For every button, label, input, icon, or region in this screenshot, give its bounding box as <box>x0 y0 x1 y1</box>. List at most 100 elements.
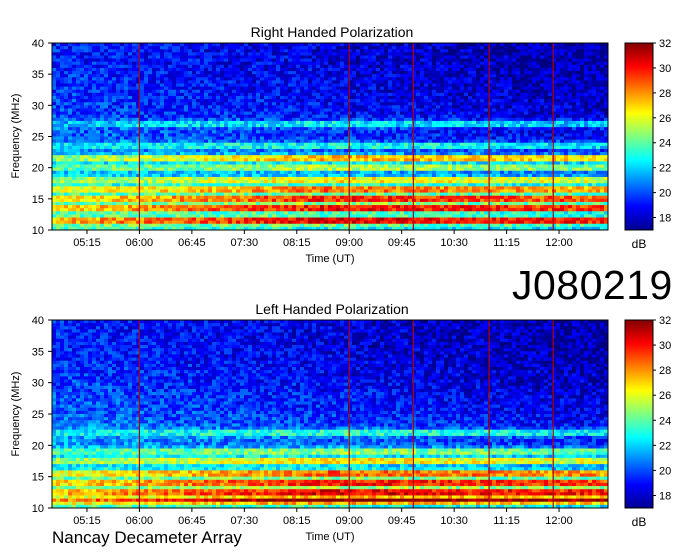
spectrogram-cell <box>564 67 569 72</box>
spectrogram-cell <box>368 124 373 128</box>
spectrogram-cell <box>52 95 57 100</box>
spectrogram-cell <box>148 67 153 72</box>
spectrogram-cell <box>380 77 385 81</box>
spectrogram-cell <box>592 61 597 66</box>
spectrogram-cell <box>212 120 217 125</box>
spectrogram-cell <box>532 61 537 66</box>
spectrogram-cell <box>100 64 105 69</box>
spectrogram-cell <box>128 102 133 106</box>
spectrogram-cell <box>352 145 357 150</box>
spectrogram-cell <box>388 99 393 103</box>
spectrogram-cell <box>332 142 337 147</box>
spectrogram-cell <box>388 127 393 131</box>
spectrogram-cell <box>264 58 269 63</box>
spectrogram-cell <box>516 114 521 119</box>
spectrogram-cell <box>240 145 245 150</box>
spectrogram-cell <box>456 49 461 53</box>
spectrogram-cell <box>484 46 489 50</box>
spectrogram-cell <box>256 105 261 109</box>
spectrogram-cell <box>240 102 245 106</box>
spectrogram-cell <box>160 77 165 81</box>
spectrogram-cell <box>244 139 249 144</box>
spectrogram-cell <box>92 95 97 100</box>
spectrogram-cell <box>484 105 489 109</box>
spectrogram-cell <box>224 64 229 69</box>
spectrogram-cell <box>424 71 429 75</box>
spectrogram-cell <box>60 145 65 150</box>
spectrogram-cell <box>88 43 93 47</box>
spectrogram-cell <box>472 139 477 144</box>
spectrogram-cell <box>320 142 325 147</box>
spectrogram-cell <box>124 67 129 72</box>
spectrogram-cell <box>356 142 361 147</box>
spectrogram-cell <box>424 83 429 88</box>
spectrogram-cell <box>104 136 109 141</box>
spectrogram-cell <box>116 111 121 116</box>
spectrogram-cell <box>280 52 285 56</box>
spectrogram-cell <box>144 142 149 147</box>
spectrogram-cell <box>436 52 441 56</box>
spectrogram-cell <box>600 124 605 128</box>
spectrogram-cell <box>132 105 137 109</box>
spectrogram-cell <box>60 95 65 100</box>
spectrogram-cell <box>184 130 189 134</box>
spectrogram-cell <box>548 145 553 150</box>
spectrogram-cell <box>412 67 417 72</box>
spectrogram-cell <box>132 145 137 150</box>
spectrogram-cell <box>128 49 133 53</box>
spectrogram-cell <box>196 67 201 72</box>
spectrogram-cell <box>456 95 461 100</box>
spectrogram-cell <box>416 127 421 131</box>
spectrogram-cell <box>464 49 469 53</box>
spectrogram-cell <box>572 139 577 144</box>
spectrogram-cell <box>288 133 293 137</box>
spectrogram-cell <box>580 142 585 147</box>
spectrogram-cell <box>504 111 509 116</box>
spectrogram-cell <box>260 67 265 72</box>
spectrogram-cell <box>368 55 373 60</box>
spectrogram-cell <box>220 52 225 56</box>
spectrogram-cell <box>580 86 585 91</box>
spectrogram-cell <box>468 102 473 106</box>
spectrogram-cell <box>208 61 213 66</box>
spectrogram-cell <box>404 71 409 75</box>
spectrogram-cell <box>600 148 605 153</box>
spectrogram-cell <box>264 55 269 60</box>
spectrogram-cell <box>88 61 93 66</box>
spectrogram-cell <box>148 52 153 56</box>
spectrogram-cell <box>388 46 393 50</box>
spectrogram-cell <box>160 139 165 144</box>
spectrogram-cell <box>460 83 465 88</box>
spectrogram-cell <box>504 61 509 66</box>
spectrogram-cell <box>356 114 361 119</box>
spectrogram-cell <box>420 139 425 144</box>
spectrogram-cell <box>200 83 205 88</box>
spectrogram-cell <box>336 89 341 94</box>
spectrogram-cell <box>272 139 277 144</box>
spectrogram-cell <box>416 133 421 137</box>
spectrogram-cell <box>100 95 105 100</box>
spectrogram-cell <box>360 64 365 69</box>
spectrogram-cell <box>220 83 225 88</box>
spectrogram-cell <box>460 133 465 137</box>
spectrogram-cell <box>64 86 69 91</box>
spectrogram-cell <box>360 108 365 113</box>
spectrogram-cell <box>392 71 397 75</box>
spectrogram-cell <box>556 127 561 131</box>
spectrogram-cell <box>568 89 573 94</box>
spectrogram-cell <box>140 120 145 125</box>
spectrogram-cell <box>392 74 397 78</box>
spectrogram-cell <box>440 111 445 116</box>
spectrogram-cell <box>260 64 265 69</box>
spectrogram-cell <box>364 43 369 47</box>
spectrogram-cell <box>544 74 549 78</box>
spectrogram-cell <box>248 120 253 125</box>
spectrogram-cell <box>52 64 57 69</box>
spectrogram-cell <box>100 67 105 72</box>
spectrogram-cell <box>352 136 357 141</box>
spectrogram-cell <box>404 46 409 50</box>
spectrogram-cell <box>96 89 101 94</box>
spectrogram-cell <box>496 95 501 100</box>
spectrogram-cell <box>140 114 145 119</box>
spectrogram-cell <box>132 99 137 103</box>
